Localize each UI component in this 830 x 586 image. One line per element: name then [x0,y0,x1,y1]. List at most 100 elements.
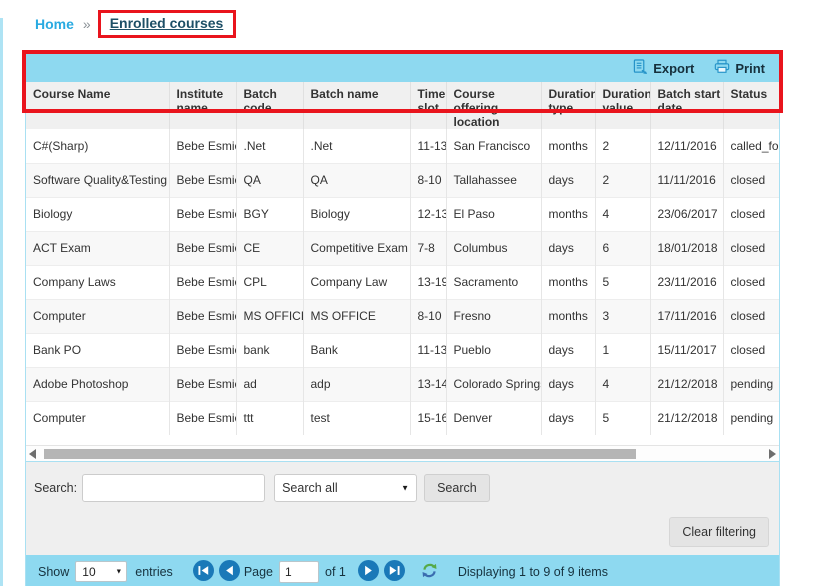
print-button[interactable]: Print [714,59,765,77]
table-cell: 13-14 [410,367,446,401]
table-cell: 23/11/2016 [650,265,723,299]
table-cell: 5 [595,265,650,299]
table-cell: Pueblo [446,333,541,367]
page-edge-accent [0,18,3,586]
table-cell: 3 [595,299,650,333]
table-cell: Bebe Esmie [169,367,236,401]
table-cell: days [541,231,595,265]
table-row[interactable]: ComputerBebe EsmieMS OFFICEMS OFFICE8-10… [26,299,779,333]
table-cell: Bebe Esmie [169,163,236,197]
table-cell: Colorado Springs [446,367,541,401]
column-header[interactable]: Batch start date [650,82,723,129]
table-cell: QA [303,163,410,197]
table-cell: closed [723,299,779,333]
table-cell: days [541,163,595,197]
table-cell: C#(Sharp) [26,129,169,163]
first-page-button[interactable] [193,560,214,584]
scrollbar-thumb[interactable] [44,449,636,459]
page-size-select[interactable]: 10 [75,561,127,582]
table-cell: Bank [303,333,410,367]
pagination-bar: Show 10 entries Page of 1 [26,555,779,586]
table-cell: months [541,299,595,333]
table-cell: months [541,265,595,299]
scrollbar-track[interactable] [40,448,765,460]
table-cell: .Net [236,129,303,163]
table-row[interactable]: ComputerBebe Esmiettttest15-16Denverdays… [26,401,779,435]
table-row[interactable]: Adobe PhotoshopBebe Esmieadadp13-14Color… [26,367,779,401]
export-button-label: Export [653,61,694,76]
scroll-right-icon[interactable] [769,449,776,459]
page-number-input[interactable] [279,561,319,583]
table-cell: Computer [26,299,169,333]
table-cell: pending [723,367,779,401]
search-filter-wrap: Search all [274,474,417,502]
table-cell: CE [236,231,303,265]
table-cell: months [541,129,595,163]
clear-filtering-button[interactable]: Clear filtering [669,517,769,547]
refresh-icon [421,562,438,582]
table-cell: Computer [26,401,169,435]
table-cell: Bebe Esmie [169,333,236,367]
breadcrumb-current-link[interactable]: Enrolled courses [110,15,224,31]
table-cell: Bebe Esmie [169,299,236,333]
search-input[interactable] [82,474,265,502]
search-panel: Search: Search all Search Clear filterin… [26,461,779,555]
breadcrumb-separator: » [83,16,91,32]
refresh-button[interactable] [421,562,438,582]
column-header[interactable]: Batch name [303,82,410,129]
table-cell: 2 [595,129,650,163]
column-header[interactable]: Course offering location [446,82,541,129]
table-row[interactable]: C#(Sharp)Bebe Esmie.Net.Net11-13San Fran… [26,129,779,163]
table-cell: closed [723,197,779,231]
table-row[interactable]: Software Quality&TestingBebe EsmieQAQA8-… [26,163,779,197]
scroll-left-icon[interactable] [29,449,36,459]
column-header[interactable]: Course Name [26,82,169,129]
table-cell: Competitive Exam [303,231,410,265]
table-cell: 12/11/2016 [650,129,723,163]
last-page-button[interactable] [384,560,405,584]
table-cell: 18/01/2018 [650,231,723,265]
table-cell: ACT Exam [26,231,169,265]
table-cell: 13-19 [410,265,446,299]
column-header[interactable]: Institute name [169,82,236,129]
display-status-text: Displaying 1 to 9 of 9 items [458,565,608,579]
search-filter-select[interactable]: Search all [274,474,417,502]
table-row[interactable]: Company LawsBebe EsmieCPLCompany Law13-1… [26,265,779,299]
table-cell: days [541,367,595,401]
column-header[interactable]: Duration value [595,82,650,129]
table-cell: days [541,333,595,367]
table-cell: called_for_a [723,129,779,163]
column-header[interactable]: Status [723,82,779,129]
breadcrumb-home-link[interactable]: Home [35,16,74,32]
table-cell: 1 [595,333,650,367]
table-cell: Sacramento [446,265,541,299]
horizontal-scrollbar[interactable] [26,445,779,461]
column-header[interactable]: Batch code [236,82,303,129]
table-cell: Bebe Esmie [169,265,236,299]
entries-label: entries [135,565,173,579]
table-cell: closed [723,231,779,265]
export-button[interactable]: Export [633,59,694,78]
table-cell: San Francisco [446,129,541,163]
table-cell: Bank PO [26,333,169,367]
search-button[interactable]: Search [424,474,490,502]
table-cell: 4 [595,367,650,401]
clear-filtering-row: Clear filtering [34,517,769,547]
column-header[interactable]: Time slot [410,82,446,129]
table-cell: 4 [595,197,650,231]
column-header[interactable]: Duration type [541,82,595,129]
previous-page-button[interactable] [219,560,240,584]
export-icon [633,59,648,78]
next-page-button[interactable] [358,560,379,584]
table-row[interactable]: ACT ExamBebe EsmieCECompetitive Exam7-8C… [26,231,779,265]
table-row[interactable]: Bank POBebe EsmiebankBank11-13Pueblodays… [26,333,779,367]
courses-table-viewport: Course NameInstitute nameBatch codeBatch… [26,82,779,445]
table-cell: Bebe Esmie [169,197,236,231]
table-cell: ad [236,367,303,401]
table-cell: Company Law [303,265,410,299]
show-label: Show [38,565,69,579]
table-cell: 5 [595,401,650,435]
table-row[interactable]: BiologyBebe EsmieBGYBiology12-13El Pasom… [26,197,779,231]
table-cell: closed [723,265,779,299]
last-page-icon [384,560,405,584]
